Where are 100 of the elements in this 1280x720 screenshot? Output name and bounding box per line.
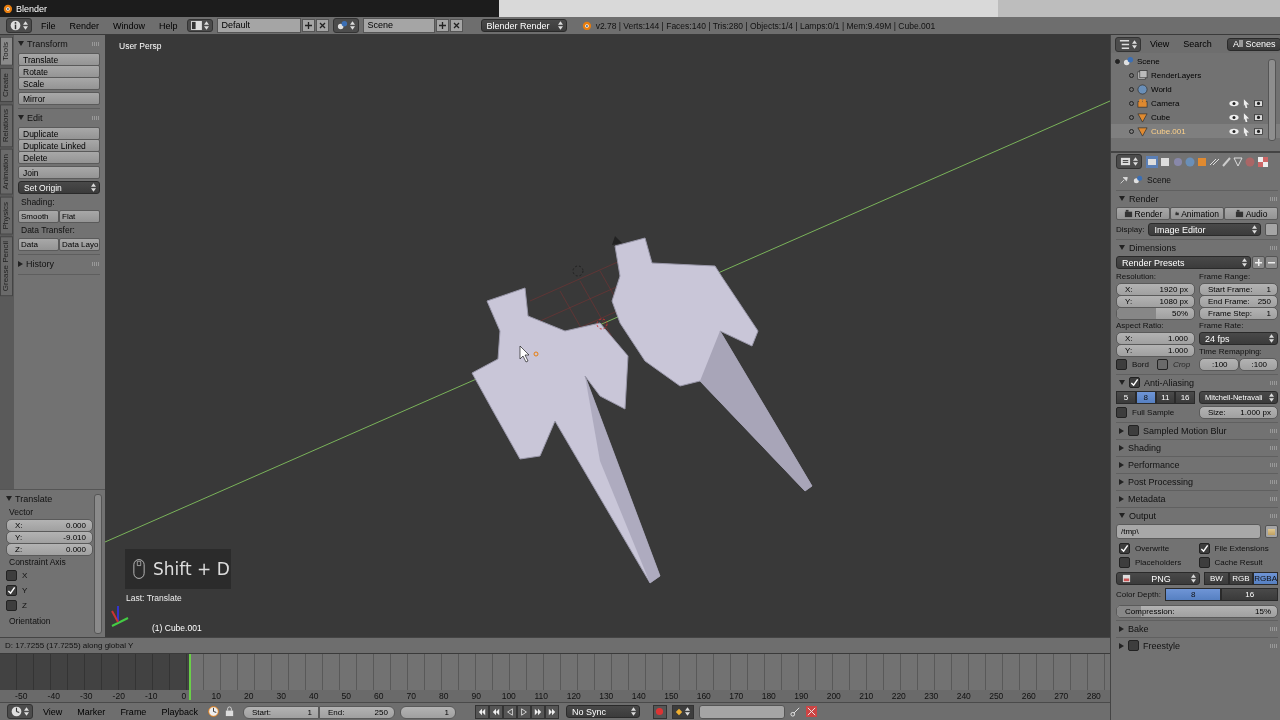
time-remap-field[interactable]: :100 bbox=[1238, 358, 1278, 371]
tool-button[interactable]: Scale bbox=[18, 77, 100, 90]
drag-handle-icon[interactable] bbox=[1270, 380, 1278, 385]
checkbox[interactable] bbox=[6, 585, 17, 596]
eye-icon[interactable] bbox=[1229, 113, 1239, 121]
drag-handle-icon[interactable] bbox=[1270, 428, 1278, 433]
scene-button[interactable] bbox=[332, 18, 359, 33]
drag-handle-icon[interactable] bbox=[1270, 479, 1278, 484]
pin-icon[interactable] bbox=[1119, 175, 1129, 185]
menu-item[interactable]: View bbox=[38, 706, 68, 717]
checkbox-label[interactable]: Z bbox=[22, 601, 27, 610]
panel-title[interactable]: Post Processing bbox=[1128, 476, 1194, 487]
render-button[interactable]: Animation bbox=[1170, 207, 1224, 220]
add-icon[interactable] bbox=[435, 19, 449, 32]
panel-title[interactable]: Transform bbox=[27, 38, 68, 49]
expanded-arrow-icon[interactable] bbox=[6, 496, 12, 501]
drag-handle-icon[interactable] bbox=[1270, 626, 1278, 631]
collapsed-arrow-icon[interactable] bbox=[1119, 495, 1124, 502]
tool-button[interactable]: Delete bbox=[18, 151, 100, 164]
tool-button[interactable]: Join bbox=[18, 166, 100, 179]
collapsed-arrow-icon[interactable] bbox=[1119, 478, 1124, 485]
outliner-item[interactable]: RenderLayers bbox=[1111, 68, 1280, 82]
start-frame-field[interactable]: Start: 1 bbox=[242, 705, 319, 719]
screen-layout-button[interactable] bbox=[186, 19, 213, 32]
sample-count-option[interactable]: 5 bbox=[1116, 391, 1136, 404]
editor-type-button[interactable] bbox=[1115, 36, 1141, 52]
checkbox-label[interactable]: Placeholders bbox=[1135, 558, 1182, 567]
collapsed-arrow-icon[interactable] bbox=[1119, 444, 1124, 451]
camera-icon[interactable] bbox=[1254, 127, 1263, 135]
panel-title[interactable]: Output bbox=[1129, 510, 1157, 521]
outliner-item[interactable]: Camera bbox=[1111, 96, 1280, 110]
filter-size-field[interactable]: Size: 1.000 px bbox=[1199, 406, 1278, 419]
add-icon[interactable] bbox=[301, 19, 315, 32]
render-button[interactable]: Render bbox=[1116, 207, 1170, 220]
expanded-arrow-icon[interactable] bbox=[18, 115, 24, 120]
frame-rate-dropdown[interactable]: 24 fps bbox=[1199, 332, 1278, 345]
collapsed-arrow-icon[interactable] bbox=[1119, 461, 1124, 468]
collapse-icon[interactable] bbox=[1115, 58, 1120, 64]
aspect-field[interactable]: Y: 1.000 bbox=[1116, 344, 1195, 357]
panel-title[interactable]: Metadata bbox=[1128, 493, 1166, 504]
color-mode-option[interactable]: RGB bbox=[1228, 572, 1254, 585]
camera-icon[interactable] bbox=[1254, 113, 1263, 121]
drag-handle-icon[interactable] bbox=[1270, 462, 1278, 467]
mesh-objects-drawing[interactable] bbox=[471, 236, 813, 584]
checkbox[interactable] bbox=[1128, 425, 1139, 436]
color-mode-option[interactable]: BW bbox=[1204, 572, 1229, 585]
close-icon[interactable] bbox=[449, 19, 463, 32]
tool-button[interactable]: Data bbox=[18, 238, 59, 251]
checkbox-label[interactable]: X bbox=[22, 571, 28, 580]
sample-count-option[interactable]: 16 bbox=[1175, 391, 1195, 404]
drag-handle-icon[interactable] bbox=[1270, 245, 1278, 250]
collapsed-arrow-icon[interactable] bbox=[1119, 625, 1124, 632]
drag-handle-icon[interactable] bbox=[92, 115, 100, 120]
color-depth-option[interactable]: 8 bbox=[1164, 588, 1222, 601]
panel-title[interactable]: Translate bbox=[15, 493, 53, 504]
checkbox[interactable] bbox=[6, 600, 17, 611]
render-button[interactable]: Audio bbox=[1224, 207, 1278, 220]
current-frame-field[interactable]: 1 bbox=[399, 705, 456, 719]
scrollbar[interactable] bbox=[1268, 59, 1276, 141]
checkbox[interactable] bbox=[6, 570, 17, 581]
scissors-icon[interactable] bbox=[805, 706, 817, 718]
jump-start-icon[interactable] bbox=[474, 704, 489, 719]
record-icon[interactable] bbox=[652, 704, 667, 719]
resolution-percentage-slider[interactable]: 50% bbox=[1116, 307, 1195, 320]
checkbox-label[interactable]: File Extensions bbox=[1214, 544, 1269, 553]
expanded-arrow-icon[interactable] bbox=[1119, 196, 1125, 201]
checkbox[interactable] bbox=[1198, 557, 1210, 568]
panel-title[interactable]: Bake bbox=[1128, 623, 1149, 634]
menu-item[interactable]: File bbox=[36, 20, 61, 31]
panel-title[interactable]: Freestyle bbox=[1143, 640, 1180, 651]
add-icon[interactable] bbox=[1252, 256, 1265, 269]
folder-icon[interactable] bbox=[1265, 525, 1278, 538]
checkbox-label[interactable]: Overwrite bbox=[1135, 544, 1170, 553]
scrollbar[interactable] bbox=[94, 494, 102, 634]
menu-item[interactable]: Marker bbox=[72, 706, 111, 717]
vector-field[interactable]: Z: 0.000 bbox=[6, 543, 93, 556]
panel-title[interactable]: Anti-Aliasing bbox=[1144, 377, 1195, 388]
frame-field[interactable]: Frame Step: 1 bbox=[1199, 307, 1278, 320]
drag-handle-icon[interactable] bbox=[92, 41, 100, 46]
checkbox[interactable] bbox=[1119, 543, 1130, 554]
menu-item[interactable]: Frame bbox=[115, 706, 152, 717]
checkbox[interactable] bbox=[1198, 543, 1210, 554]
panel-title[interactable]: Shading bbox=[1128, 442, 1162, 453]
checkbox-label[interactable]: Cache Result bbox=[1214, 558, 1263, 567]
time-remap-field[interactable]: :100 bbox=[1199, 358, 1239, 371]
camera-icon[interactable] bbox=[1254, 99, 1263, 107]
collapsed-arrow-icon[interactable] bbox=[18, 260, 23, 267]
editor-type-button[interactable] bbox=[7, 704, 33, 720]
panel-title[interactable]: Edit bbox=[27, 112, 43, 123]
checkbox-label[interactable]: Full Sample bbox=[1132, 408, 1175, 417]
color-mode-option[interactable]: RGBA bbox=[1253, 572, 1278, 585]
menu-item[interactable]: Window bbox=[108, 20, 151, 31]
tool-button[interactable]: Smooth bbox=[18, 210, 59, 223]
checkbox[interactable] bbox=[1116, 407, 1127, 418]
checkbox[interactable] bbox=[1129, 377, 1140, 388]
drag-handle-icon[interactable] bbox=[1270, 513, 1278, 518]
checkbox[interactable] bbox=[1128, 640, 1139, 651]
3d-viewport[interactable]: User Persp Shift + D Last: Translate (1) Cube.001 bbox=[105, 35, 1110, 638]
checkbox-label[interactable]: Y bbox=[22, 586, 28, 595]
outliner-item[interactable]: Scene bbox=[1111, 54, 1280, 68]
